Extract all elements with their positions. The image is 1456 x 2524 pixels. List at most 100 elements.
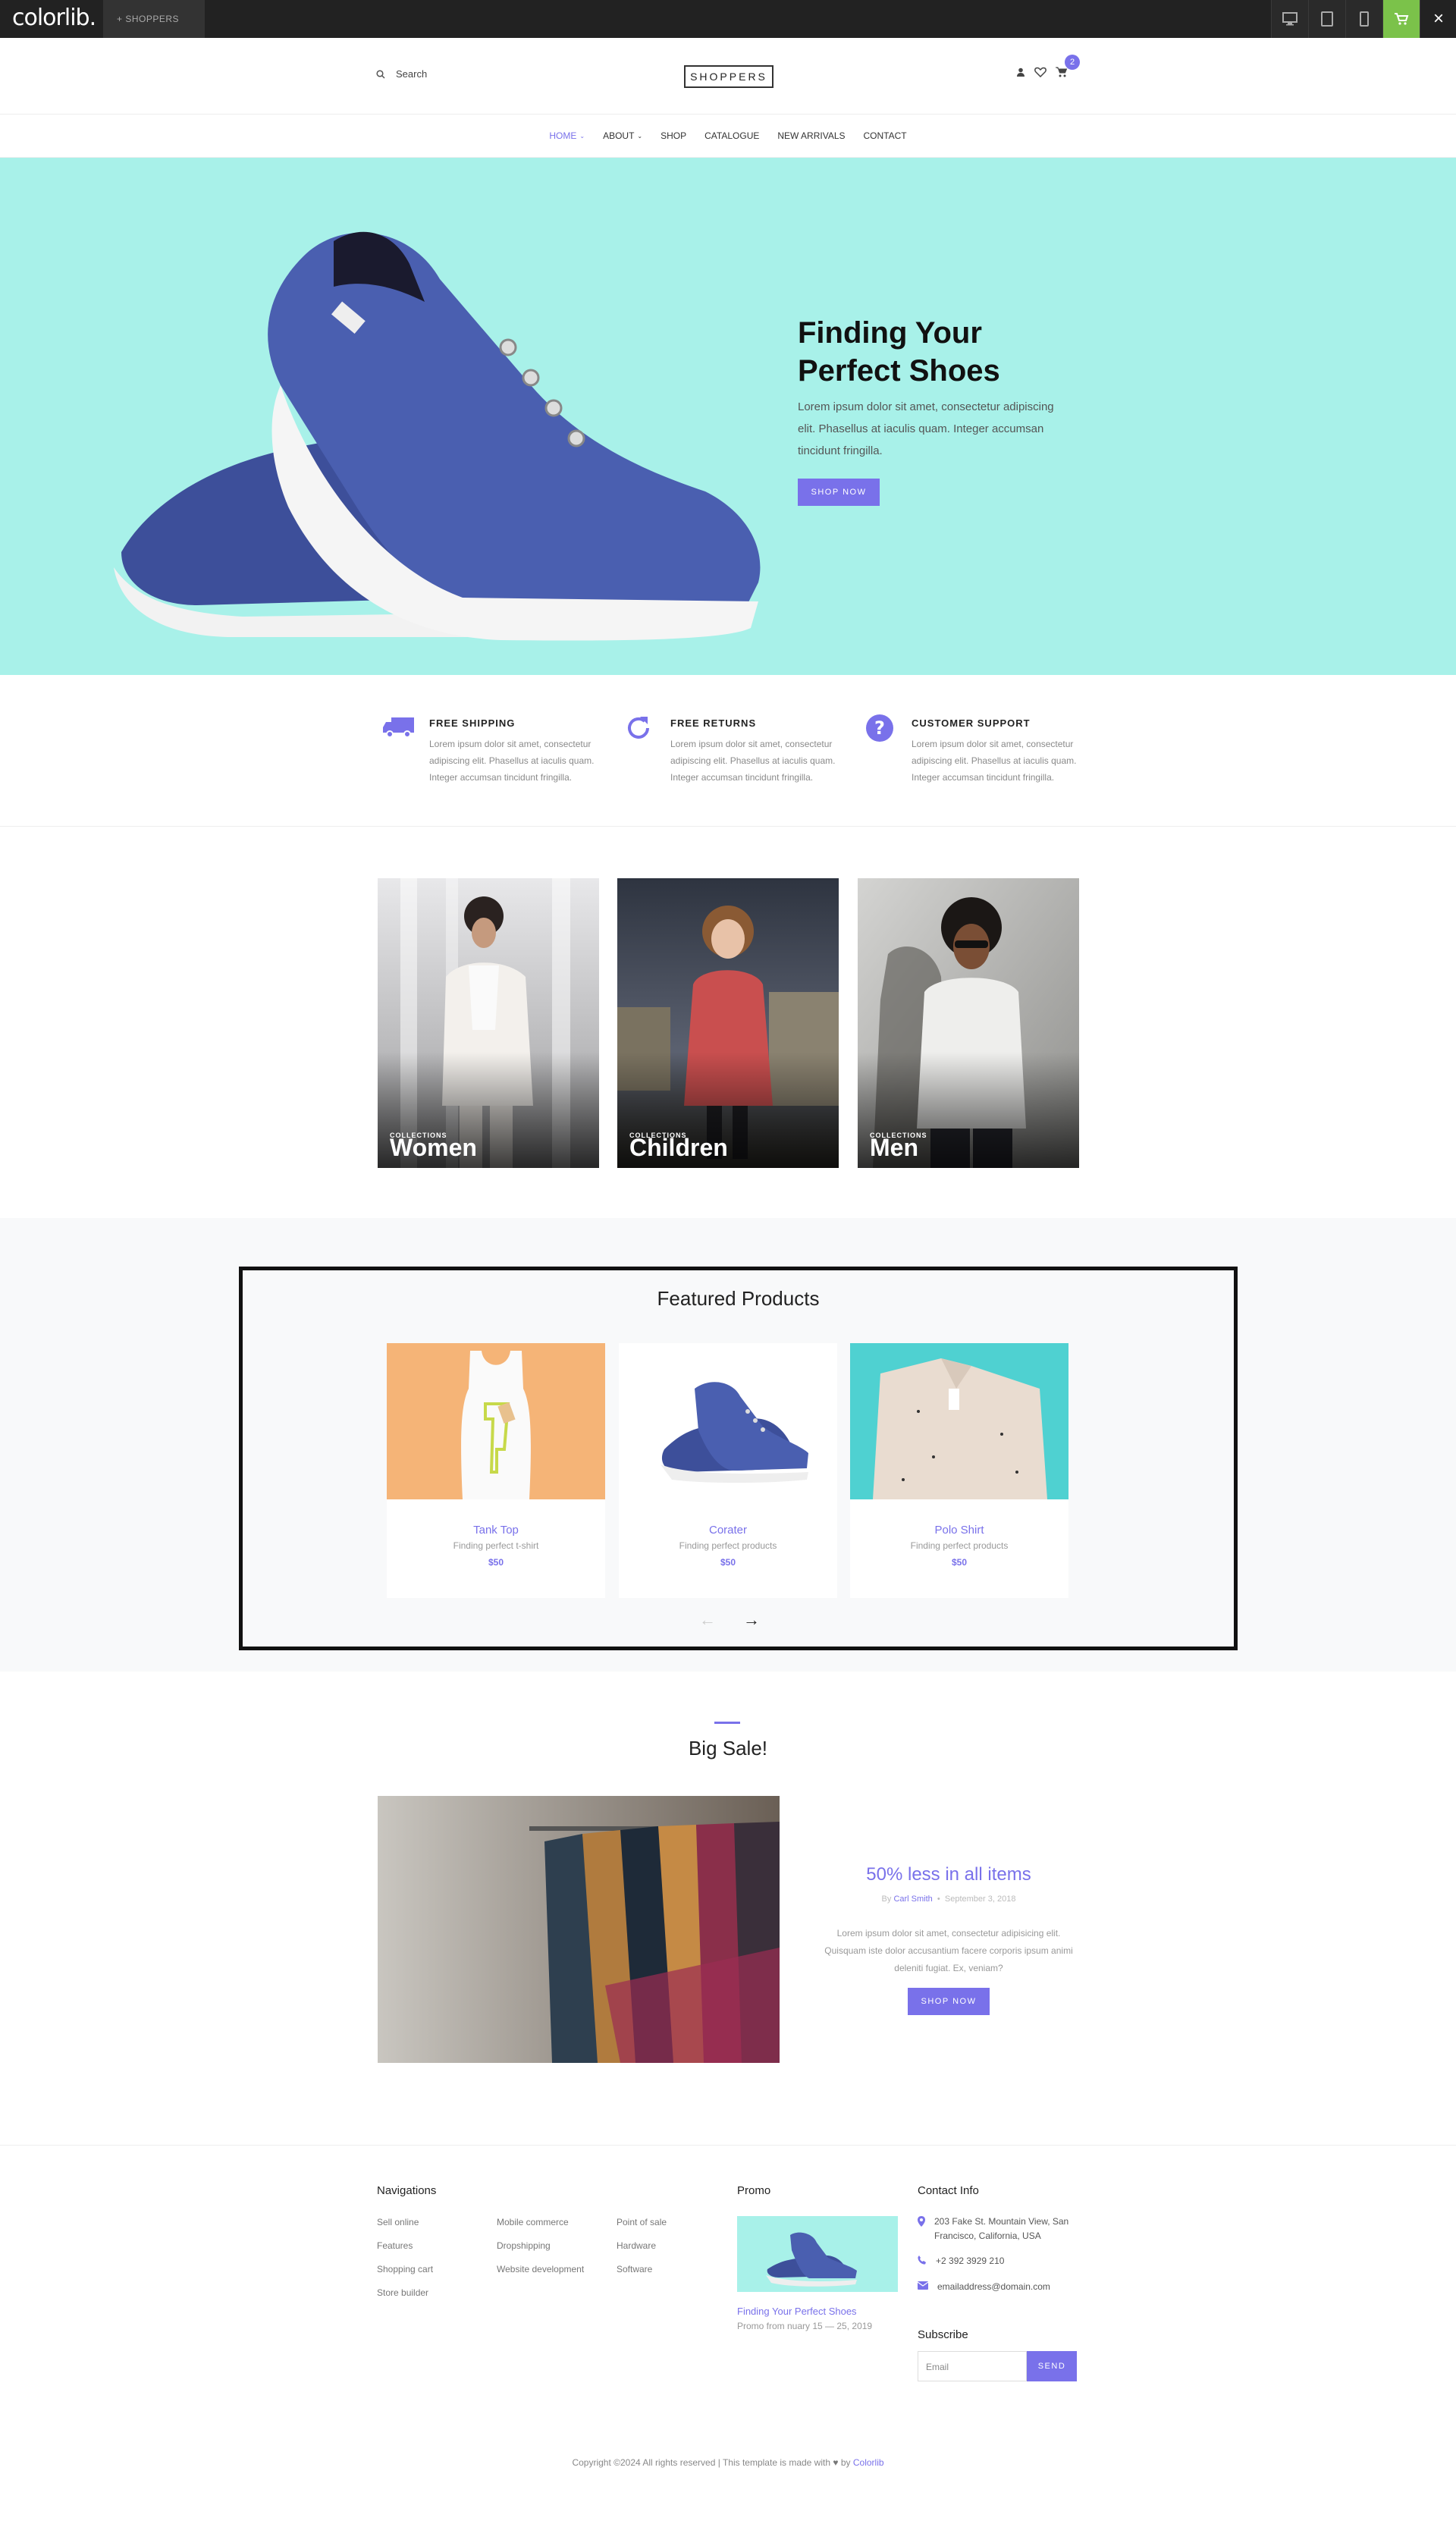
- carousel-next-button[interactable]: →: [743, 1610, 760, 1630]
- refresh-icon: [628, 717, 649, 739]
- promo-image[interactable]: [737, 2216, 898, 2292]
- template-selector[interactable]: + SHOPPERS: [103, 0, 205, 38]
- product-name[interactable]: Corater: [619, 1524, 837, 1537]
- footer-link[interactable]: Store builder: [377, 2281, 433, 2305]
- footer-link[interactable]: Sell online: [377, 2211, 433, 2234]
- site-logo[interactable]: SHOPPERS: [684, 65, 774, 88]
- nav-catalogue[interactable]: CATALOGUE: [704, 130, 759, 141]
- nav-about[interactable]: ABOUT ⌄: [603, 130, 642, 141]
- subscribe-email-input[interactable]: Email: [918, 2351, 1027, 2381]
- colorlib-logo[interactable]: colorlib.: [12, 5, 96, 31]
- footer-link[interactable]: Software: [617, 2258, 667, 2281]
- envelope-icon: [918, 2281, 928, 2290]
- sale-title: Big Sale!: [688, 1737, 768, 1760]
- chevron-down-icon: ⌄: [579, 132, 585, 140]
- footer-link[interactable]: Mobile commerce: [497, 2211, 584, 2234]
- footer-link[interactable]: Website development: [497, 2258, 584, 2281]
- nav-shop[interactable]: SHOP: [661, 130, 686, 141]
- carousel-prev-button[interactable]: ←: [699, 1610, 716, 1630]
- email-text: emailaddress@domain.com: [937, 2281, 1050, 2292]
- search-input[interactable]: Search: [396, 68, 427, 80]
- cart-count-badge: 2: [1065, 55, 1080, 70]
- close-button[interactable]: ×: [1420, 0, 1456, 38]
- product-card[interactable]: Corater Finding perfect products $50: [619, 1343, 837, 1598]
- desktop-view-button[interactable]: [1271, 0, 1308, 38]
- heart-icon[interactable]: [1034, 67, 1046, 77]
- collection-men[interactable]: COLLECTIONS Men: [858, 878, 1079, 1168]
- collection-name: Men: [870, 1134, 918, 1161]
- footer-link[interactable]: Hardware: [617, 2234, 667, 2258]
- children-collection-image: [617, 878, 839, 1168]
- map-marker-icon: [918, 2216, 925, 2227]
- feature-title: FREE SHIPPING: [429, 717, 516, 729]
- corater-shoe-image: [619, 1343, 837, 1499]
- contact-email[interactable]: emailaddress@domain.com: [918, 2280, 1077, 2294]
- demo-topbar: colorlib. + SHOPPERS ×: [0, 0, 1456, 38]
- mobile-view-button[interactable]: [1345, 0, 1382, 38]
- help-icon: ?: [866, 714, 893, 742]
- sale-heading[interactable]: 50% less in all items: [816, 1864, 1081, 1885]
- nav-new-arrivals[interactable]: NEW ARRIVALS: [777, 130, 845, 141]
- tablet-icon: [1321, 11, 1333, 27]
- search-box[interactable]: Search: [376, 68, 427, 80]
- section-divider: [714, 1722, 740, 1724]
- collection-children[interactable]: COLLECTIONS Children: [617, 878, 839, 1168]
- phone-icon: [918, 2256, 926, 2265]
- product-card[interactable]: Tank Top Finding perfect t-shirt $50: [387, 1343, 605, 1598]
- copyright-text: Copyright ©2024 All rights reserved | Th…: [572, 2457, 831, 2468]
- phone-text: +2 392 3929 210: [936, 2256, 1005, 2266]
- footer-link[interactable]: Point of sale: [617, 2211, 667, 2234]
- copyright: Copyright ©2024 All rights reserved | Th…: [0, 2457, 1456, 2468]
- colorlib-link[interactable]: Colorlib: [853, 2457, 884, 2468]
- feature-text: Lorem ipsum dolor sit amet, consectetur …: [429, 739, 595, 783]
- promo-link[interactable]: Finding Your Perfect Shoes: [737, 2306, 857, 2317]
- product-description: Finding perfect products: [679, 1540, 777, 1551]
- polo-shirt-image: [850, 1343, 1068, 1499]
- author-link[interactable]: Carl Smith: [893, 1895, 932, 1904]
- hero-text: Lorem ipsum dolor sit amet, consectetur …: [798, 400, 1054, 457]
- product-price: $50: [488, 1557, 504, 1568]
- nav-about-label: ABOUT: [603, 130, 635, 141]
- hero-title: Finding Your Perfect Shoes: [798, 314, 1101, 390]
- address-text: 203 Fake St. Mountain View, San Francisc…: [934, 2216, 1069, 2241]
- clothing-rack-image: [378, 1796, 780, 2063]
- desktop-icon: [1282, 12, 1298, 26]
- footer-links-col2: Mobile commerce Dropshipping Website dev…: [497, 2211, 584, 2281]
- product-price: $50: [720, 1557, 736, 1568]
- product-description: Finding perfect t-shirt: [453, 1540, 539, 1551]
- cart-icon: [1395, 13, 1409, 25]
- buy-button[interactable]: [1382, 0, 1420, 38]
- collection-women[interactable]: COLLECTIONS Women: [378, 878, 599, 1168]
- footer-link[interactable]: Features: [377, 2234, 433, 2258]
- feature-text: Lorem ipsum dolor sit amet, consectetur …: [912, 739, 1077, 783]
- featured-title: Featured Products: [657, 1287, 820, 1310]
- product-name[interactable]: Tank Top: [387, 1524, 605, 1537]
- contact-phone[interactable]: +2 392 3929 210: [918, 2254, 1077, 2268]
- user-icon[interactable]: [1016, 67, 1025, 77]
- footer-promo-title: Promo: [737, 2184, 771, 2197]
- byline-prefix: By: [881, 1895, 892, 1904]
- product-card[interactable]: Polo Shirt Finding perfect products $50: [850, 1343, 1068, 1598]
- cart-icon[interactable]: [1056, 67, 1068, 77]
- footer-link[interactable]: Shopping cart: [377, 2258, 433, 2281]
- feature-title: CUSTOMER SUPPORT: [912, 717, 1031, 729]
- product-name[interactable]: Polo Shirt: [850, 1524, 1068, 1537]
- nav-contact[interactable]: CONTACT: [864, 130, 907, 141]
- collection-name: Children: [629, 1134, 728, 1161]
- subscribe-send-button[interactable]: SEND: [1027, 2351, 1077, 2381]
- footer-links-col3: Point of sale Hardware Software: [617, 2211, 667, 2281]
- product-description: Finding perfect products: [910, 1540, 1009, 1551]
- sale-shop-now-button[interactable]: SHOP NOW: [908, 1988, 990, 2015]
- nav-home[interactable]: HOME ⌄: [549, 130, 585, 141]
- main-nav: HOME ⌄ ABOUT ⌄ SHOP CATALOGUE NEW ARRIVALS…: [0, 114, 1456, 158]
- tank-top-image: [387, 1343, 605, 1499]
- nav-home-label: HOME: [549, 130, 577, 141]
- heart-icon: ♥: [833, 2457, 839, 2468]
- truck-icon: [383, 717, 414, 738]
- footer-link[interactable]: Dropshipping: [497, 2234, 584, 2258]
- tablet-view-button[interactable]: [1308, 0, 1345, 38]
- svg-text:?: ?: [874, 717, 885, 739]
- promo-shoe-image: [766, 2232, 857, 2287]
- hero-title-line-2: Perfect Shoes: [798, 354, 1000, 388]
- hero-shop-now-button[interactable]: SHOP NOW: [798, 479, 880, 506]
